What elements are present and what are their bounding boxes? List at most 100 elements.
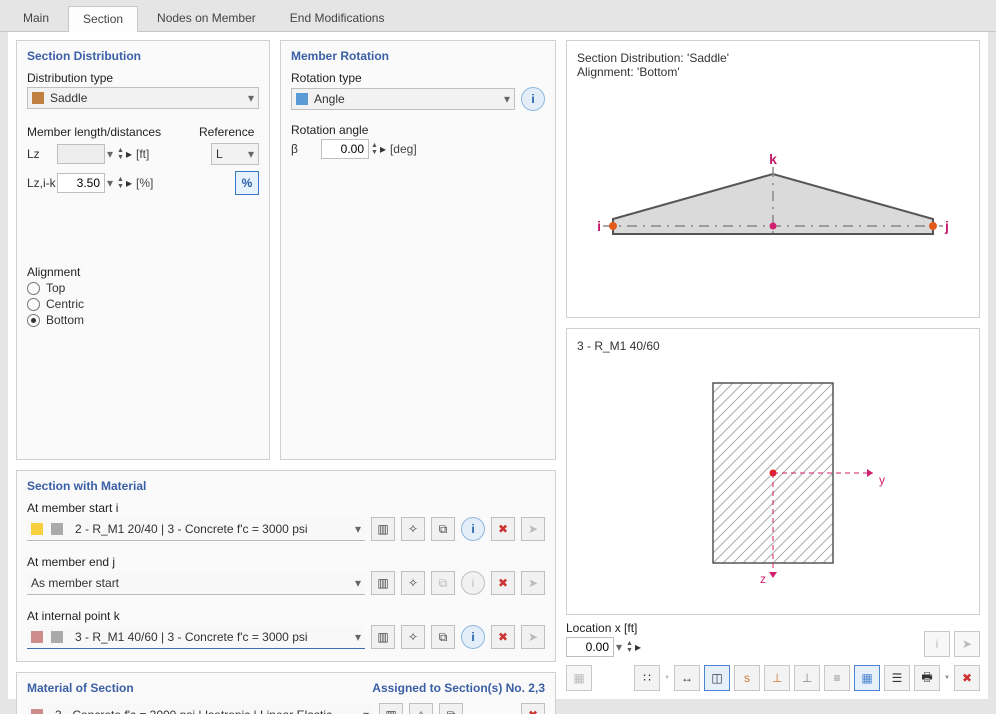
material-select[interactable]: 3 - Concrete f'c = 3000 psi | Isotropic … — [27, 704, 373, 714]
pick-icon[interactable]: ➤ — [521, 625, 545, 649]
rotation-type-select[interactable]: Angle ▾ — [291, 88, 515, 110]
chevron-down-icon: ▾ — [363, 708, 369, 714]
new-copy-icon[interactable]: ⧉ — [431, 517, 455, 541]
new-icon[interactable]: ✧ — [401, 571, 425, 595]
points-icon[interactable]: ∷ — [634, 665, 660, 691]
beta-unit: [deg] — [390, 142, 417, 156]
radio-centric[interactable]: Centric — [27, 297, 259, 311]
axes-icon[interactable]: ◫ — [704, 665, 730, 691]
print-icon[interactable]: 🖶 — [914, 665, 940, 691]
info-icon[interactable]: i — [461, 517, 485, 541]
section-icon — [31, 631, 43, 643]
tab-main[interactable]: Main — [8, 5, 64, 31]
alignment-label: Alignment — [27, 265, 259, 279]
radio-top[interactable]: Top — [27, 281, 259, 295]
arrow-icon — [769, 572, 777, 578]
lzik-unit: [%] — [136, 176, 153, 190]
info-icon[interactable]: i — [461, 625, 485, 649]
new-icon[interactable]: ✧ — [409, 703, 433, 714]
node-i — [609, 222, 617, 230]
library-icon[interactable]: ▥ — [371, 625, 395, 649]
member-length-label: Member length/distances — [27, 125, 169, 139]
k-value: 3 - R_M1 40/60 | 3 - Concrete f'c = 3000… — [75, 630, 355, 644]
lz-stepper[interactable]: ▲▼ — [117, 147, 124, 161]
delete-icon[interactable]: ✖ — [491, 625, 515, 649]
principal-axes-icon[interactable]: ⊥ — [764, 665, 790, 691]
material-icon — [31, 709, 43, 714]
location-input[interactable] — [566, 637, 614, 657]
beta-input[interactable] — [321, 139, 369, 159]
radio-icon — [27, 298, 40, 311]
pick-icon[interactable]: ▸ — [635, 640, 641, 654]
radio-bottom[interactable]: Bottom — [27, 313, 259, 327]
angle-icon — [296, 93, 308, 105]
delete-icon[interactable]: ✖ — [521, 703, 545, 714]
panel-section-distribution: Section Distribution Distribution type S… — [16, 40, 270, 460]
tab-bar: Main Section Nodes on Member End Modific… — [0, 0, 996, 32]
radio-top-label: Top — [46, 281, 65, 295]
pick-icon[interactable]: ➤ — [521, 517, 545, 541]
end-select[interactable]: As member start ▾ — [27, 572, 365, 595]
values-icon[interactable]: ☰ — [884, 665, 910, 691]
lzik-row: Lᴢ,i-k ▾ ▲▼ ▸ [%] % — [27, 171, 259, 195]
panel-member-rotation: Member Rotation Rotation type Angle ▾ i … — [280, 40, 556, 460]
reference-label: Reference — [199, 125, 259, 139]
panel-title: Member Rotation — [291, 49, 545, 63]
start-label: At member start i — [27, 501, 545, 515]
new-copy-icon[interactable]: ⧉ — [439, 703, 463, 714]
k-select[interactable]: 3 - R_M1 40/60 | 3 - Concrete f'c = 3000… — [27, 626, 365, 649]
left-column: Section Distribution Distribution type S… — [16, 40, 556, 691]
lzik-reference-percent-button[interactable]: % — [235, 171, 259, 195]
distribution-type-value: Saddle — [50, 91, 248, 105]
preview-line1: Section Distribution: 'Saddle' — [577, 51, 969, 65]
k-label: k — [769, 151, 777, 167]
dimension-icon[interactable]: ↔ — [674, 665, 700, 691]
chevron-down-icon[interactable]: ▾ — [107, 147, 113, 161]
chevron-down-icon[interactable]: ▾ — [107, 176, 113, 190]
new-copy-icon[interactable]: ⧉ — [431, 625, 455, 649]
pick-icon[interactable]: ▸ — [126, 176, 132, 190]
library-icon[interactable]: ▥ — [371, 571, 395, 595]
material-icon — [51, 631, 63, 643]
stress-icon[interactable]: ≡ — [824, 665, 850, 691]
end-value: As member start — [31, 576, 355, 590]
chevron-down-icon: ▾ — [248, 91, 254, 105]
start-select[interactable]: 2 - R_M1 20/40 | 3 - Concrete f'c = 3000… — [27, 518, 365, 541]
i-label: i — [597, 218, 601, 234]
lzik-stepper[interactable]: ▲▼ — [117, 176, 124, 190]
reset-view-icon[interactable]: ✖ — [954, 665, 980, 691]
grid-icon[interactable]: ▦ — [854, 665, 880, 691]
lzik-input[interactable] — [57, 173, 105, 193]
location-stepper[interactable]: ▲▼ — [626, 640, 633, 654]
preview-section: 3 - R_M1 40/60 y z — [566, 328, 980, 615]
shear-center-icon[interactable]: s — [734, 665, 760, 691]
library-icon[interactable]: ▥ — [379, 703, 403, 714]
delete-icon[interactable]: ✖ — [491, 517, 515, 541]
material-icon — [51, 523, 63, 535]
k-label: At internal point k — [27, 609, 545, 623]
distribution-type-label: Distribution type — [27, 71, 259, 85]
new-icon[interactable]: ✧ — [401, 517, 425, 541]
j-label: j — [944, 218, 949, 234]
info-icon[interactable]: i — [521, 87, 545, 111]
assigned-to-label: Assigned to Section(s) No. 2,3 — [372, 681, 545, 695]
end-row: As member start ▾ ▥ ✧ ⧉ i ✖ ➤ — [27, 571, 545, 595]
pick-icon[interactable]: ▸ — [126, 147, 132, 161]
delete-icon[interactable]: ✖ — [491, 571, 515, 595]
tab-section[interactable]: Section — [68, 6, 138, 32]
member-axes-icon[interactable]: ⊥ — [794, 665, 820, 691]
panel-title: Section Distribution — [27, 49, 259, 63]
pick-icon[interactable]: ▸ — [380, 142, 386, 156]
new-icon[interactable]: ✧ — [401, 625, 425, 649]
beta-stepper[interactable]: ▲▼ — [371, 142, 378, 156]
info-icon: i — [461, 571, 485, 595]
tab-end-modifications[interactable]: End Modifications — [275, 5, 400, 31]
chevron-down-icon[interactable]: ▾ — [616, 640, 622, 654]
content-area: Section Distribution Distribution type S… — [8, 32, 988, 699]
library-icon[interactable]: ▥ — [371, 517, 395, 541]
lz-reference-select[interactable]: L ▾ — [211, 143, 259, 165]
tab-nodes-on-member[interactable]: Nodes on Member — [142, 5, 271, 31]
distribution-type-select[interactable]: Saddle ▾ — [27, 87, 259, 109]
chevron-down-icon: ▾ — [355, 522, 361, 536]
z-label: z — [760, 572, 766, 583]
